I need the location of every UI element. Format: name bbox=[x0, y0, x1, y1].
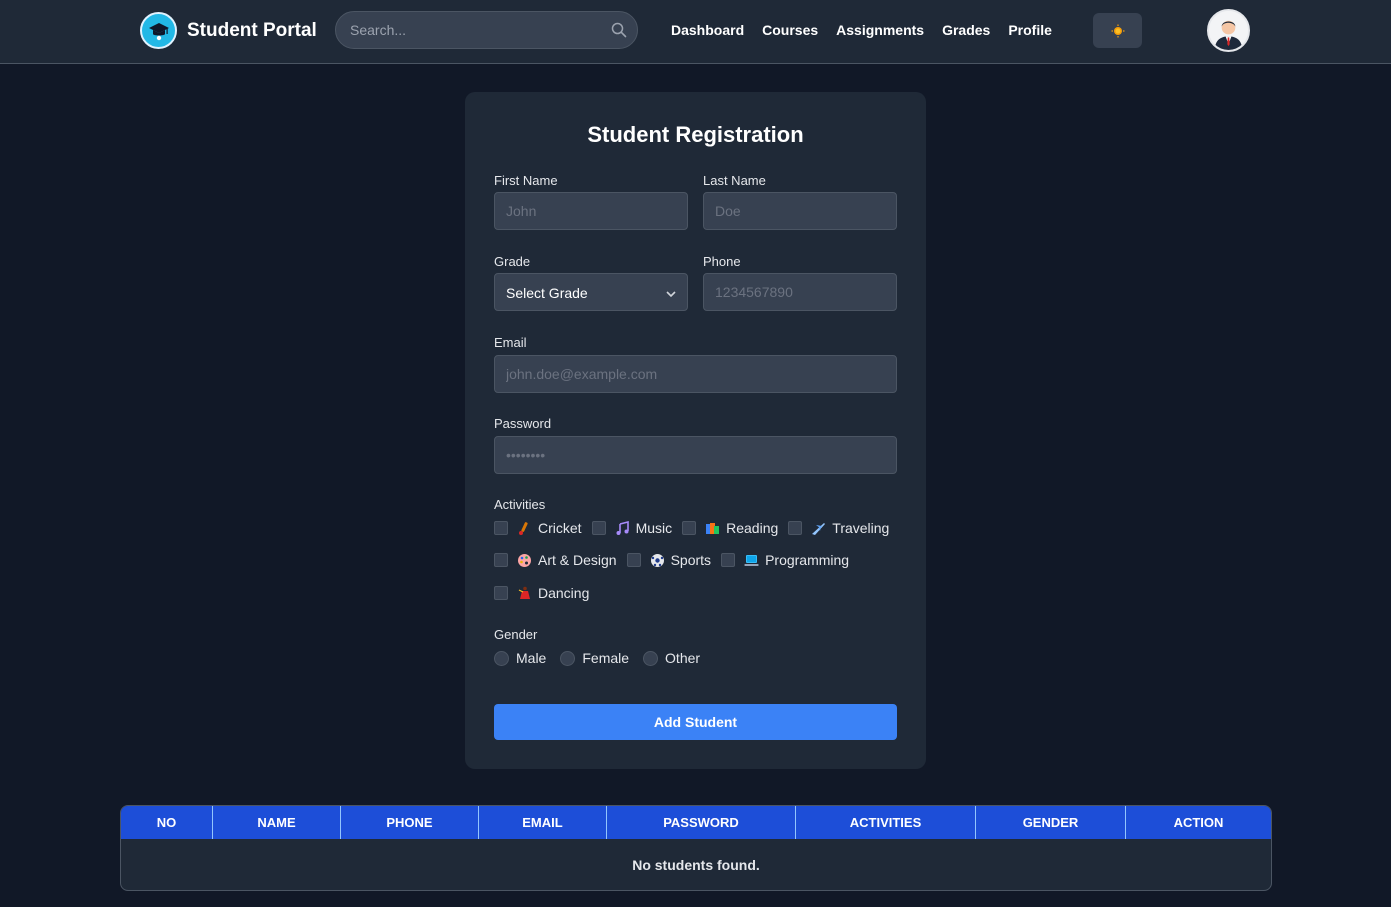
music-note-icon bbox=[615, 520, 630, 536]
gender-option-male[interactable]: Male bbox=[494, 650, 546, 666]
first-name-input[interactable] bbox=[494, 192, 688, 230]
activity-dancing[interactable]: Dancing bbox=[494, 585, 589, 601]
form-title: Student Registration bbox=[587, 122, 804, 147]
last-name-label: Last Name bbox=[703, 173, 766, 188]
soccer-ball-icon bbox=[650, 553, 665, 568]
dancing-checkbox[interactable] bbox=[494, 586, 508, 600]
female-radio[interactable] bbox=[560, 650, 576, 666]
email-label: Email bbox=[494, 335, 527, 350]
male-label: Male bbox=[516, 650, 547, 666]
theme-toggle-button[interactable] bbox=[1093, 13, 1142, 48]
art-design-label: Art & Design bbox=[538, 552, 617, 568]
column-gender: GENDER bbox=[976, 806, 1126, 839]
table-header-row: NO NAME PHONE EMAIL PASSWORD ACTIVITIES … bbox=[121, 806, 1271, 839]
activity-cricket[interactable]: Cricket bbox=[494, 520, 582, 536]
activities-row-1: Cricket Music Reading Traveling bbox=[494, 520, 899, 536]
books-icon bbox=[705, 521, 720, 536]
other-label: Other bbox=[665, 650, 701, 666]
female-label: Female bbox=[582, 650, 630, 666]
dancing-label: Dancing bbox=[538, 585, 590, 601]
first-name-label: First Name bbox=[494, 173, 558, 188]
traveling-checkbox[interactable] bbox=[788, 521, 803, 535]
activity-music[interactable]: Music bbox=[591, 520, 673, 536]
column-phone: PHONE bbox=[341, 806, 479, 839]
cricket-label: Cricket bbox=[538, 520, 582, 536]
activity-art-design[interactable]: Art & Design bbox=[494, 552, 617, 568]
user-avatar[interactable] bbox=[1207, 9, 1250, 52]
password-label: Password bbox=[494, 416, 552, 431]
column-name: NAME bbox=[213, 806, 341, 839]
palette-icon bbox=[517, 553, 532, 568]
music-label: Music bbox=[635, 520, 673, 536]
sports-checkbox[interactable] bbox=[626, 553, 641, 567]
activity-sports[interactable]: Sports bbox=[626, 552, 712, 568]
programming-checkbox[interactable] bbox=[721, 553, 736, 567]
main-nav: Dashboard Courses Assignments Grades Pro… bbox=[671, 22, 1052, 38]
activities-label: Activities bbox=[494, 497, 546, 512]
airplane-icon bbox=[811, 521, 826, 536]
search-icon[interactable] bbox=[611, 22, 627, 38]
chevron-down-icon bbox=[665, 287, 677, 305]
brand-logo[interactable]: Student Portal bbox=[140, 12, 317, 49]
phone-input[interactable] bbox=[703, 273, 897, 311]
nav-profile[interactable]: Profile bbox=[1008, 22, 1052, 38]
nav-grades[interactable]: Grades bbox=[942, 22, 990, 38]
search-bar bbox=[335, 11, 638, 49]
brand-name: Student Portal bbox=[187, 19, 317, 41]
traveling-label: Traveling bbox=[832, 520, 890, 536]
column-activities: ACTIVITIES bbox=[796, 806, 976, 839]
add-student-button[interactable]: Add Student bbox=[494, 704, 897, 740]
cricket-checkbox[interactable] bbox=[494, 521, 508, 535]
password-input[interactable] bbox=[494, 436, 897, 474]
grade-select-value: Select Grade bbox=[506, 285, 588, 301]
gender-option-female[interactable]: Female bbox=[560, 650, 629, 666]
email-input[interactable] bbox=[494, 355, 897, 393]
graduation-cap-icon bbox=[140, 12, 177, 49]
nav-courses[interactable]: Courses bbox=[762, 22, 818, 38]
activities-row-2: Art & Design Sports Programming bbox=[494, 552, 859, 568]
nav-dashboard[interactable]: Dashboard bbox=[671, 22, 744, 38]
user-avatar-icon bbox=[1209, 11, 1248, 50]
music-checkbox[interactable] bbox=[591, 521, 606, 535]
activities-row-3: Dancing bbox=[494, 585, 599, 601]
dancer-icon bbox=[517, 586, 532, 601]
reading-label: Reading bbox=[726, 520, 779, 536]
male-radio[interactable] bbox=[494, 650, 509, 666]
phone-label: Phone bbox=[703, 254, 741, 269]
gender-option-other[interactable]: Other bbox=[643, 650, 700, 666]
last-name-input[interactable] bbox=[703, 192, 897, 230]
activity-programming[interactable]: Programming bbox=[721, 552, 849, 568]
cricket-icon bbox=[517, 521, 532, 536]
sun-icon bbox=[1111, 24, 1124, 37]
search-input[interactable] bbox=[350, 12, 600, 48]
gender-radio-group: Male Female Other bbox=[494, 650, 714, 666]
activity-traveling[interactable]: Traveling bbox=[788, 520, 889, 536]
column-email: EMAIL bbox=[479, 806, 607, 839]
column-action: ACTION bbox=[1173, 815, 1224, 830]
art-design-checkbox[interactable] bbox=[494, 553, 508, 567]
grade-label: Grade bbox=[494, 254, 531, 269]
grade-select[interactable]: Select Grade bbox=[494, 273, 688, 311]
laptop-icon bbox=[744, 553, 759, 568]
gender-label: Gender bbox=[494, 627, 538, 642]
column-no: NO bbox=[121, 806, 213, 839]
top-navbar: Student Portal Dashboard Courses Assignm… bbox=[0, 0, 1391, 64]
students-table: NO NAME PHONE EMAIL PASSWORD ACTIVITIES … bbox=[120, 805, 1272, 891]
programming-label: Programming bbox=[765, 552, 850, 568]
sports-label: Sports bbox=[670, 552, 712, 568]
nav-assignments[interactable]: Assignments bbox=[836, 22, 924, 38]
empty-table-message: No students found. bbox=[632, 857, 760, 873]
column-password: PASSWORD bbox=[607, 806, 796, 839]
activity-reading[interactable]: Reading bbox=[682, 520, 778, 536]
reading-checkbox[interactable] bbox=[682, 521, 697, 535]
other-radio[interactable] bbox=[643, 650, 659, 666]
